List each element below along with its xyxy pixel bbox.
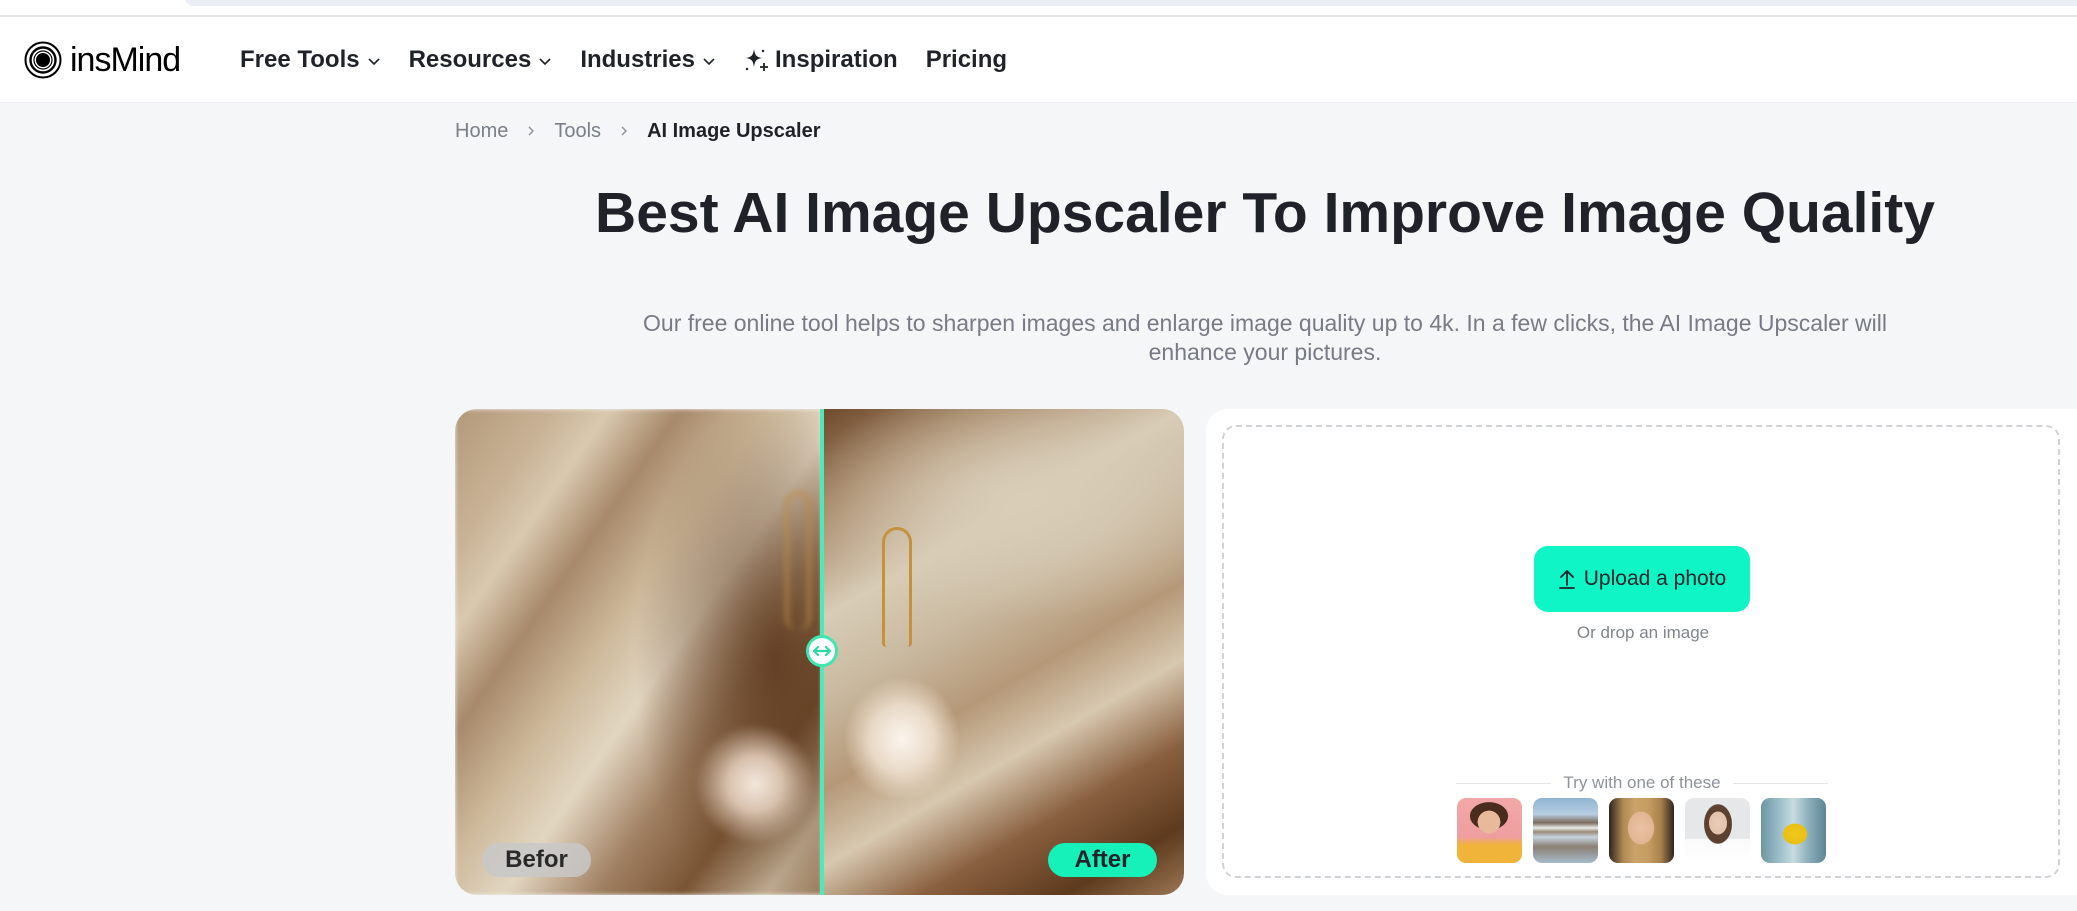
comparison-slider-handle[interactable] <box>806 635 838 667</box>
logo-icon <box>24 41 62 79</box>
main-nav: Free Tools Resources Industries Inspirat… <box>240 43 1035 77</box>
before-image <box>455 409 822 895</box>
chevron-right-icon <box>621 126 628 136</box>
nav-resources-label: Resources <box>408 46 532 73</box>
breadcrumb-tools[interactable]: Tools <box>554 120 601 143</box>
sample-thumbnail-handbag[interactable] <box>1761 798 1826 863</box>
after-label: After <box>1048 843 1157 877</box>
upload-photo-label: Upload a photo <box>1583 567 1727 590</box>
image-dropzone[interactable]: Upload a photo Or drop an image Try with… <box>1222 425 2060 878</box>
chevron-right-icon <box>528 126 535 136</box>
breadcrumb-current: AI Image Upscaler <box>647 119 821 142</box>
nav-free-tools-label: Free Tools <box>240 46 360 73</box>
earring-hook <box>882 527 912 647</box>
divider-line <box>1456 782 1552 784</box>
nav-inspiration[interactable]: Inspiration <box>744 46 898 74</box>
nav-resources[interactable]: Resources <box>409 46 553 74</box>
upload-panel: Upload a photo Or drop an image Try with… <box>1206 409 2077 895</box>
logo-text: insMind <box>70 41 181 79</box>
site-header: insMind Free Tools Resources Industries … <box>0 17 2077 103</box>
breadcrumb: Home Tools AI Image Upscaler <box>455 118 820 144</box>
divider-line <box>1732 782 1829 784</box>
sample-thumbnail-wavy-hair[interactable] <box>1609 798 1674 863</box>
sparkle-icon <box>745 49 769 71</box>
upload-photo-button[interactable]: Upload a photo <box>1534 546 1750 612</box>
address-bar[interactable] <box>185 0 2077 6</box>
nav-pricing[interactable]: Pricing <box>926 46 1007 74</box>
arrows-horizontal-icon <box>812 645 832 657</box>
chevron-down-icon <box>703 58 715 66</box>
after-image <box>822 409 1184 895</box>
nav-pricing-label: Pricing <box>925 46 1008 73</box>
before-after-comparison[interactable]: Befor After <box>455 409 1184 895</box>
browser-top-strip <box>0 0 2077 17</box>
page-title: Best AI Image Upscaler To Improve Image … <box>595 181 1935 245</box>
drop-hint: Or drop an image <box>1576 623 1710 642</box>
breadcrumb-home[interactable]: Home <box>455 120 508 143</box>
chevron-down-icon <box>539 58 551 66</box>
earring-hook-blurred <box>785 491 811 631</box>
sample-thumbnail-mountain[interactable] <box>1533 798 1598 863</box>
samples-header: Try with one of these <box>1456 773 1829 793</box>
chevron-down-icon <box>368 58 380 66</box>
upload-icon <box>1558 570 1575 589</box>
before-label: Befor <box>482 843 591 877</box>
nav-industries[interactable]: Industries <box>580 46 716 74</box>
sample-images <box>1457 798 1837 863</box>
sample-thumbnail-sunglasses[interactable] <box>1685 798 1750 863</box>
sample-thumbnail-woman-phone[interactable] <box>1457 798 1522 863</box>
samples-label: Try with one of these <box>1563 773 1721 792</box>
nav-inspiration-label: Inspiration <box>775 46 898 73</box>
page-subtitle: Our free online tool helps to sharpen im… <box>643 310 1887 365</box>
nav-industries-label: Industries <box>580 46 696 73</box>
logo[interactable]: insMind <box>24 41 181 79</box>
nav-free-tools[interactable]: Free Tools <box>240 46 381 74</box>
